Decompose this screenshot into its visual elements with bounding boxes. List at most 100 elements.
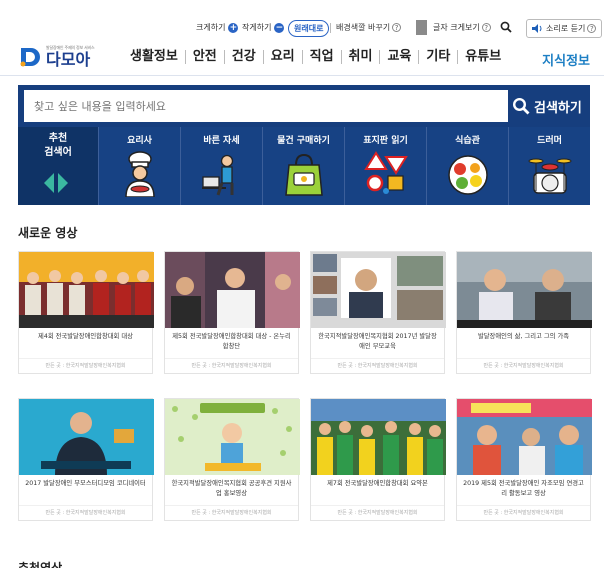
speaker-icon [532,24,542,33]
video-card[interactable]: 제5회 전국발달장애인합창대회 대상 - 온누리합창단 만든 곳 : 한국지적발… [164,251,300,374]
video-thumbnail [457,399,592,475]
video-source: 만든 곳 : 한국지적발달장애인복지협회 [165,358,298,369]
category-label: 물건 구매하기 [277,136,330,146]
category-chef[interactable]: 요리사 [98,127,180,205]
recommend-label: 추천 [48,133,68,144]
font-smaller-button[interactable]: 작게하기 − [242,22,285,33]
recommended-keywords: 추천 검색어 [18,127,98,205]
category-label: 표지판 읽기 [363,136,408,146]
logo-name: 다모아 [46,49,91,69]
search-icon [512,97,530,115]
category-signs[interactable]: 표지판 읽기 [344,127,426,205]
video-thumbnail [19,252,154,328]
category-label: 식습관 [455,136,480,146]
original-size-button[interactable]: 원래대로 [288,20,330,37]
video-source: 만든 곳 : 한국지적발달장애인복지협회 [457,505,590,516]
category-eating[interactable]: 식습관 [426,127,508,205]
search-box [24,90,508,122]
category-posture[interactable]: 바른 자세 [180,127,262,205]
nav-item-education[interactable]: 교육 [380,50,420,64]
divider [0,75,604,76]
next-section-title: 추천영상 [18,561,63,568]
utility-bar: 크게하기 + 작게하기 − 원래대로 배경색깔 바꾸기 ? 글자 크게보기 ? … [0,18,604,40]
video-title: 제4회 전국발달장애인합창대회 대상 [38,333,133,340]
nav-item-cooking[interactable]: 요리 [264,50,303,64]
video-source: 만든 곳 : 한국지적발달장애인복지협회 [19,358,152,369]
posture-icon [201,154,233,196]
nav-item-youtube[interactable]: 유튜브 [458,50,508,64]
video-card[interactable]: 제4회 전국발달장애인합창대회 대상 만든 곳 : 한국지적발달장애인복지협회 [18,251,154,374]
video-title: 제7회 전국발달장애인합창대회 요약본 [327,480,428,487]
video-title: 발달장애인의 삶, 그리고 그의 가족 [477,333,570,340]
header: 발달장애인 주제의 정보 서비스 다모아 생활정보 안전 건강 요리 직업 취미… [0,42,604,74]
logo-icon [20,48,40,67]
video-source: 만든 곳 : 한국지적발달장애인복지협회 [311,505,444,516]
video-thumbnail [165,252,300,328]
plus-icon: + [228,22,239,33]
shopping-bag-icon [284,153,323,196]
video-card[interactable]: 발달장애인의 삶, 그리고 그의 가족 만든 곳 : 한국지적발달장애인복지협회 [456,251,592,374]
drum-icon [528,158,571,194]
help-icon: ? [481,23,491,32]
video-card[interactable]: 2019 제5회 전국발달장애인 자조모임 연경고리 활동보고 영상 만든 곳 … [456,398,592,521]
video-card[interactable]: 2017 발달장애인 부모스터디모임 코디네이터 만든 곳 : 한국지적발달장애… [18,398,154,521]
video-title: 2017 발달장애인 부모스터디모임 코디네이터 [25,480,146,487]
nav-item-job[interactable]: 직업 [303,50,342,64]
color-swatch-icon [416,20,427,35]
video-title: 한국지적발달장애인복지협회 2017년 발달장애인 부모교육 [318,333,437,350]
search-icon[interactable] [500,21,512,33]
search-button-label: 검색하기 [534,100,582,116]
nav-item-etc[interactable]: 기타 [419,50,459,64]
chef-icon [124,151,155,197]
main-nav: 생활정보 안전 건강 요리 직업 취미 교육 기타 유튜브 [130,50,508,64]
text-size-label: 글자 크게보기 [433,23,480,32]
video-source: 만든 곳 : 한국지적발달장애인복지협회 [165,505,298,516]
nav-item-knowledge[interactable]: 지식정보 [542,50,590,69]
video-source: 만든 곳 : 한국지적발달장애인복지협회 [19,505,152,516]
nav-item-safety[interactable]: 안전 [186,50,225,64]
video-title: 2019 제5회 전국발달장애인 자조모임 연경고리 활동보고 영상 [463,480,584,497]
video-thumbnail [165,399,300,475]
arrow-right-icon[interactable] [58,173,68,193]
nav-item-hobby[interactable]: 취미 [342,50,381,64]
category-drummer[interactable]: 드러머 [508,127,590,205]
recommend-label-2: 검색어 [44,147,72,158]
food-plate-icon [447,155,488,195]
logo[interactable]: 발달장애인 주제의 정보 서비스 다모아 [18,44,95,69]
divider [330,23,331,33]
video-title: 제5회 전국발달장애인합창대회 대상 - 온누리합창단 [172,333,291,350]
listen-label: 소리로 듣기 [546,24,586,33]
video-source: 만든 곳 : 한국지적발달장애인복지협회 [457,358,590,369]
video-card[interactable]: 제7회 전국발달장애인합창대회 요약본 만든 곳 : 한국지적발달장애인복지협회 [310,398,446,521]
category-shopping[interactable]: 물건 구매하기 [262,127,344,205]
category-label: 드러머 [537,136,562,146]
background-color-button[interactable]: 배경색깔 바꾸기 ? [336,22,402,33]
video-title: 한국지적발달장애인복지협회 공공후견 지원사업 홍보영상 [171,480,292,497]
video-thumbnail [19,399,154,475]
nav-item-health[interactable]: 건강 [225,50,264,64]
category-label: 바른 자세 [203,136,240,146]
search-panel: 검색하기 추천 검색어 요리사 바른 자세 [18,85,590,205]
video-card[interactable]: 한국지적발달장애인복지협회 공공후견 지원사업 홍보영상 만든 곳 : 한국지적… [164,398,300,521]
video-card[interactable]: 한국지적발달장애인복지협회 2017년 발달장애인 부모교육 만든 곳 : 한국… [310,251,446,374]
category-strip: 추천 검색어 요리사 바른 자세 물건 구매하기 표지판 읽기 식습관 드러머 [18,127,590,205]
listen-button[interactable]: 소리로 듣기 ? [526,19,603,38]
help-icon: ? [587,24,597,33]
search-input[interactable] [24,90,508,122]
arrow-left-icon[interactable] [44,173,54,193]
font-bigger-label: 크게하기 [196,23,226,32]
video-source: 만든 곳 : 한국지적발달장애인복지협회 [311,358,444,369]
traffic-sign-icon [363,151,408,194]
category-label: 요리사 [127,136,152,146]
minus-icon: − [274,22,285,33]
video-thumbnail [311,399,446,475]
search-button[interactable]: 검색하기 [512,90,586,122]
help-icon: ? [392,23,402,32]
video-thumbnail [311,252,446,328]
video-thumbnail [457,252,592,328]
font-smaller-label: 작게하기 [242,23,272,32]
text-size-button[interactable]: 글자 크게보기 ? [433,22,491,33]
font-bigger-button[interactable]: 크게하기 + [196,22,239,33]
background-color-label: 배경색깔 바꾸기 [336,23,391,32]
nav-item-life[interactable]: 생활정보 [130,50,186,64]
